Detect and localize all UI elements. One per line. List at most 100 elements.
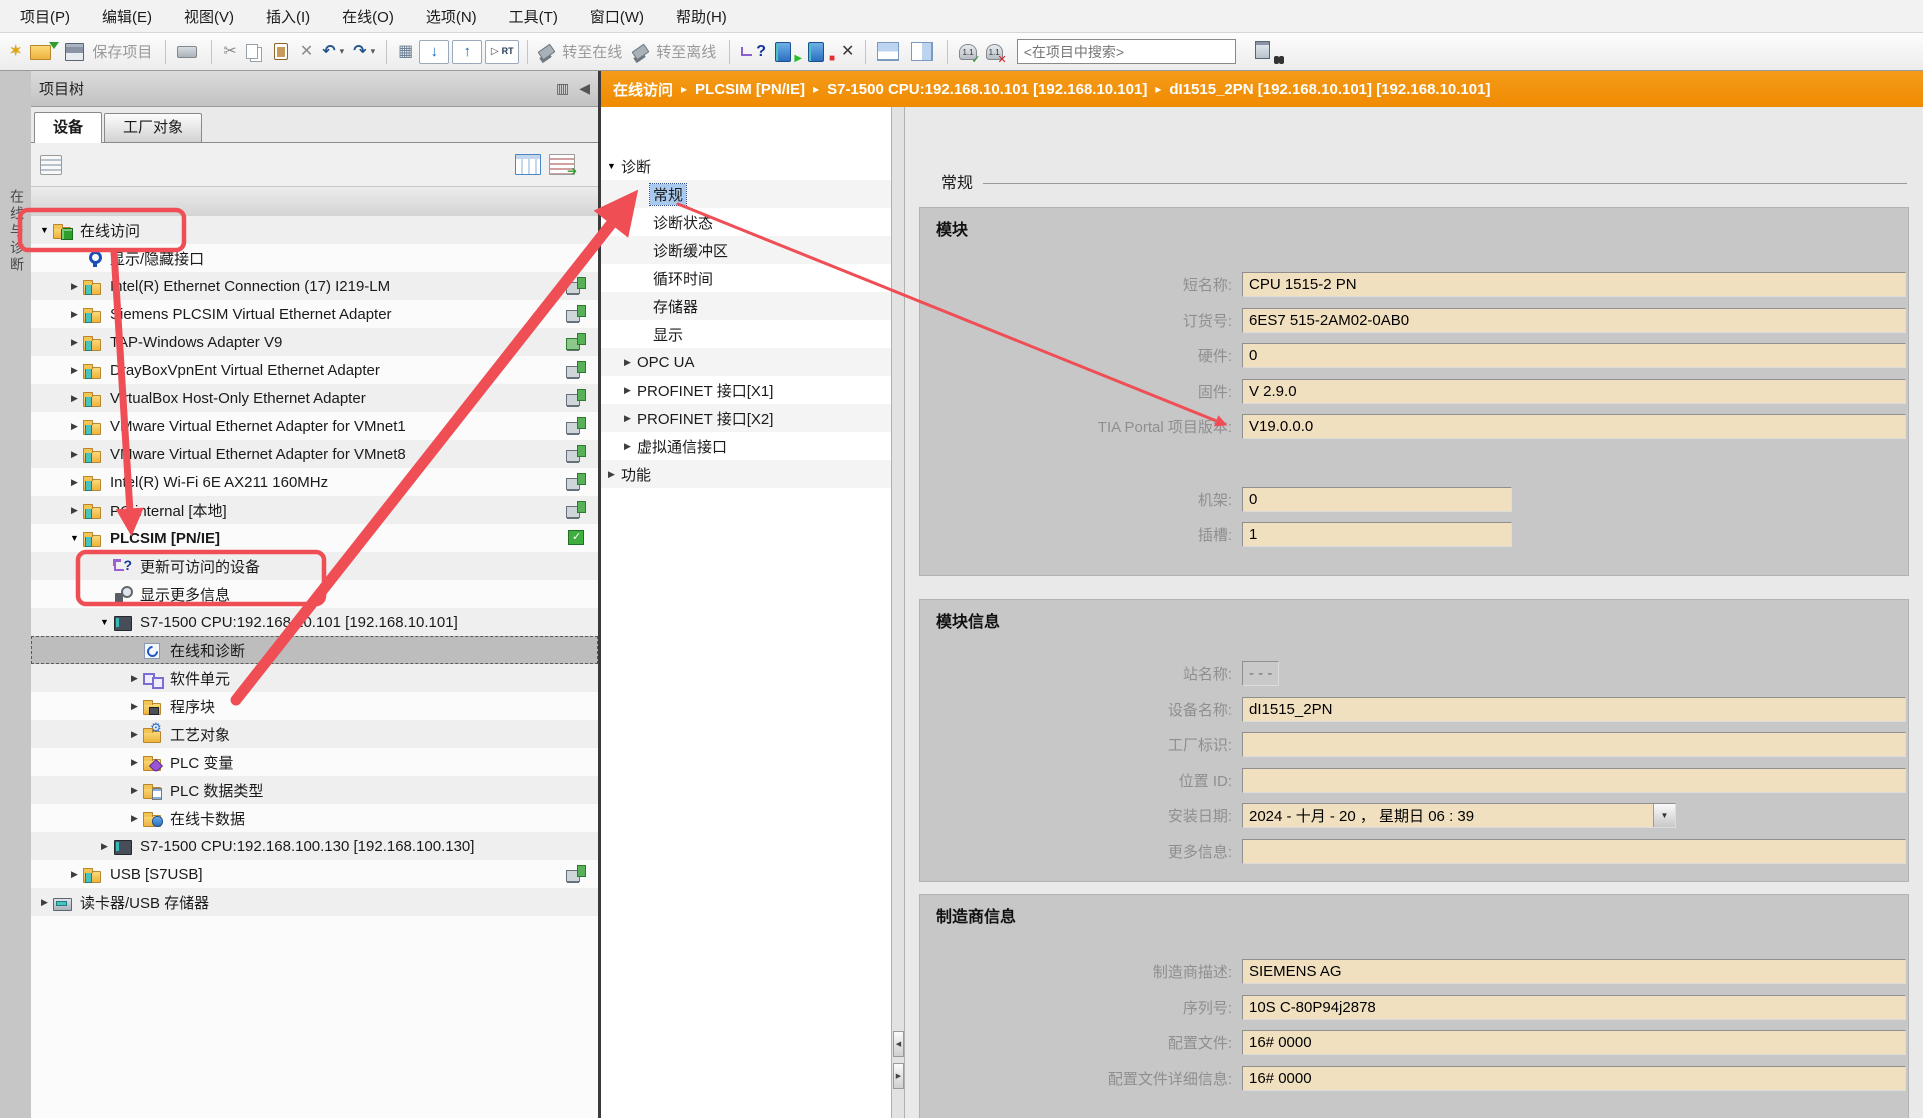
tree-row[interactable]: 在线卡数据 [31, 804, 598, 832]
diagnostics-nav-item[interactable]: 功能 [601, 460, 891, 488]
go-offline-button[interactable]: 转至离线 [630, 38, 721, 66]
expand-arrow-icon[interactable] [621, 356, 634, 369]
split-vertical-icon[interactable] [908, 38, 939, 66]
field-input[interactable]: V 2.9.0 [1242, 379, 1906, 404]
tree-row[interactable]: Intel(R) Wi-Fi 6E AX211 160MHz [31, 468, 598, 496]
expand-arrow-icon[interactable] [605, 160, 618, 173]
tab-plant-objects[interactable]: 工厂对象 [104, 113, 202, 142]
expand-arrow-icon[interactable] [68, 448, 81, 461]
tree-row[interactable]: VMware Virtual Ethernet Adapter for VMne… [31, 440, 598, 468]
tree-row[interactable]: 在线访问 [31, 216, 598, 244]
collapse-panel-icon[interactable]: ◀ [579, 80, 590, 97]
field-input[interactable]: 0 [1242, 487, 1512, 512]
accessible-devices-icon[interactable]: ? [738, 38, 769, 66]
separator[interactable] [211, 40, 212, 64]
separator[interactable] [165, 40, 166, 64]
split-horizontal-icon[interactable] [874, 38, 905, 66]
tree-row[interactable]: S7-1500 CPU:192.168.10.101 [192.168.10.1… [31, 608, 598, 636]
tree-row[interactable]: VMware Virtual Ethernet Adapter for VMne… [31, 412, 598, 440]
diagnostics-nav-item[interactable]: 诊断缓冲区 [601, 236, 891, 264]
tab-devices[interactable]: 设备 [34, 112, 102, 143]
menu-item[interactable]: 项目(P) [4, 0, 86, 32]
diagnostics-nav-item[interactable]: 循环时间 [601, 264, 891, 292]
expand-arrow-icon[interactable] [68, 532, 81, 545]
expand-arrow-icon[interactable] [98, 840, 111, 853]
expand-arrow-icon[interactable] [128, 644, 141, 657]
tree-row[interactable]: PLC 变量 [31, 748, 598, 776]
expand-arrow-icon[interactable] [128, 756, 141, 769]
redo-button[interactable]: ↷ [350, 38, 378, 66]
field-input[interactable] [1242, 839, 1906, 864]
diagnostics-nav-item[interactable]: PROFINET 接口[X1] [601, 376, 891, 404]
field-input[interactable]: dI1515_2PN [1242, 697, 1906, 722]
diagnostics-nav-item[interactable]: 诊断 [601, 152, 891, 180]
expand-arrow-icon[interactable] [68, 392, 81, 405]
tree-row[interactable]: PLCSIM [PN/IE] [31, 524, 598, 552]
delete-icon[interactable]: ✕ [297, 38, 316, 66]
field-input[interactable]: - - - [1242, 661, 1279, 686]
field-input[interactable]: SIEMENS AG [1242, 959, 1906, 984]
cross-reference-icon[interactable]: ✕ [838, 38, 857, 66]
expand-arrow-icon[interactable] [98, 616, 111, 629]
paste-icon[interactable] [271, 38, 294, 66]
breadcrumb-item[interactable]: PLCSIM [PN/IE] [695, 81, 805, 98]
menu-item[interactable]: 视图(V) [168, 0, 250, 32]
editor-tab-strip[interactable]: 在线与诊断 [0, 71, 32, 1118]
expand-arrow-icon[interactable] [68, 308, 81, 321]
expand-arrow-icon[interactable] [68, 420, 81, 433]
expand-arrow-icon[interactable] [128, 672, 141, 685]
tree-settings-icon[interactable] [40, 155, 62, 175]
tree-row[interactable]: 软件单元 [31, 664, 598, 692]
refresh-view-icon[interactable] [549, 154, 575, 175]
expand-arrow-icon[interactable] [98, 560, 111, 573]
field-input[interactable]: 0 [1242, 343, 1906, 368]
expand-arrow-icon[interactable] [68, 504, 81, 517]
expand-arrow-icon[interactable] [605, 468, 618, 481]
open-project-icon[interactable] [28, 38, 60, 66]
expand-arrow-icon[interactable] [128, 728, 141, 741]
go-online-button[interactable]: 转至在线 [536, 38, 627, 66]
menu-item[interactable]: 插入(I) [250, 0, 326, 32]
stop-simulation-icon[interactable] [805, 40, 835, 64]
diagnostics-nav-item[interactable]: OPC UA [601, 348, 891, 376]
expand-arrow-icon[interactable] [68, 364, 81, 377]
field-input[interactable]: CPU 1515-2 PN [1242, 272, 1906, 297]
tree-row[interactable]: PLC 数据类型 [31, 776, 598, 804]
diagnostics-nav-item[interactable]: 常规 [601, 180, 891, 208]
tree-row[interactable]: 显示更多信息 [31, 580, 598, 608]
diagnostics-nav-item[interactable]: PROFINET 接口[X2] [601, 404, 891, 432]
tree-row[interactable]: 在线和诊断 [31, 636, 598, 664]
tree-row[interactable]: 读卡器/USB 存储器 [31, 888, 598, 916]
tree-row[interactable]: DrayBoxVpnEnt Virtual Ethernet Adapter [31, 356, 598, 384]
tree-row[interactable]: S7-1500 CPU:192.168.100.130 [192.168.100… [31, 832, 598, 860]
tree-row[interactable]: 显示/隐藏接口 [31, 244, 598, 272]
separator[interactable] [386, 40, 387, 64]
print-icon[interactable] [174, 38, 203, 66]
field-input[interactable]: 10S C-80P94j2878 [1242, 995, 1906, 1020]
undo-button[interactable]: ↶ [319, 38, 347, 66]
download-to-device-icon[interactable]: ↓ [419, 40, 449, 64]
field-input[interactable]: 2024 - 十月 - 20 ， 星期日 06 : 39▼ [1242, 803, 1676, 828]
tree-row[interactable]: USB [S7USB] [31, 860, 598, 888]
field-input[interactable]: 1 [1242, 522, 1512, 547]
expand-arrow-icon[interactable] [68, 868, 81, 881]
diagnostics-nav-item[interactable]: 虚拟通信接口 [601, 432, 891, 460]
start-runtime-icon[interactable]: RT [485, 40, 519, 64]
expand-arrow-icon[interactable] [637, 272, 650, 285]
expand-arrow-icon[interactable] [637, 300, 650, 313]
upload-from-device-icon[interactable]: ↑ [452, 40, 482, 64]
menu-item[interactable]: 工具(T) [493, 0, 574, 32]
diagnostics-nav-item[interactable]: 存储器 [601, 292, 891, 320]
expand-arrow-icon[interactable] [621, 384, 634, 397]
details-view-icon[interactable] [515, 154, 541, 175]
tree-row[interactable]: Siemens PLCSIM Virtual Ethernet Adapter [31, 300, 598, 328]
tree-row[interactable]: Intel(R) Ethernet Connection (17) I219-L… [31, 272, 598, 300]
date-dropdown-button[interactable]: ▼ [1653, 804, 1675, 827]
expand-arrow-icon[interactable] [637, 188, 650, 201]
expand-arrow-icon[interactable] [68, 336, 81, 349]
separator[interactable] [729, 40, 730, 64]
menu-item[interactable]: 窗口(W) [574, 0, 660, 32]
expand-arrow-icon[interactable] [637, 328, 650, 341]
expand-arrow-icon[interactable] [637, 216, 650, 229]
library-view-icon[interactable] [1253, 38, 1285, 66]
